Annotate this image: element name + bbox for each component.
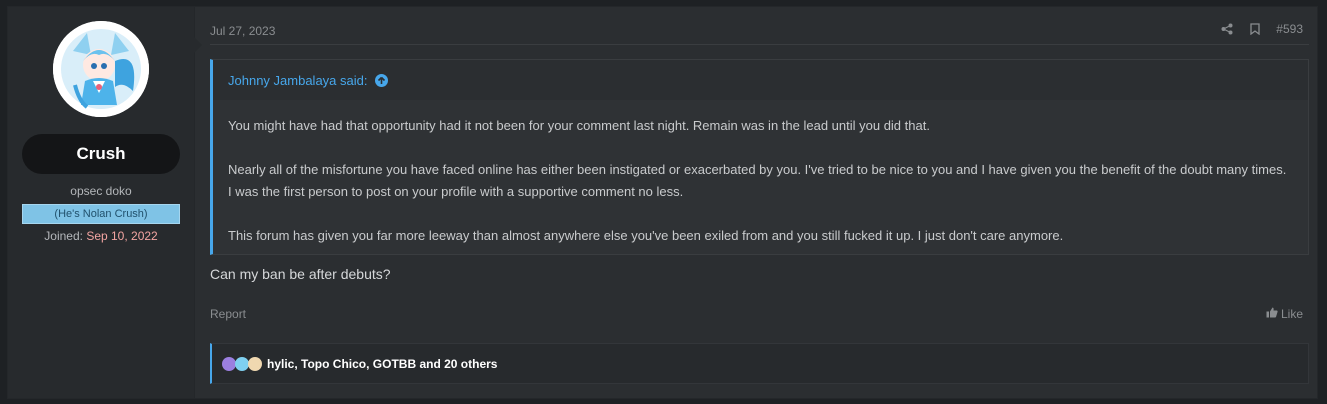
quote-paragraph: Nearly all of the misfortune you have fa…: [228, 162, 1287, 199]
reaction-avatar: [235, 356, 249, 371]
reply-text: Can my ban be after debuts?: [210, 266, 391, 282]
reaction-avatar: [222, 356, 236, 371]
message-post: Crush opsec doko (He's Nolan Crush) Join…: [7, 6, 1318, 399]
like-label: Like: [1280, 307, 1303, 321]
quote-paragraph: This forum has given you far more leeway…: [228, 228, 1064, 243]
post-number[interactable]: #593: [1276, 22, 1303, 36]
quote-header[interactable]: Johnny Jambalaya said:: [213, 60, 1308, 100]
user-info-panel: Crush opsec doko (He's Nolan Crush) Join…: [8, 7, 202, 398]
joined-label: Joined:: [44, 229, 83, 243]
header-divider: [210, 44, 1309, 45]
joined-info: Joined: Sep 10, 2022: [8, 229, 194, 243]
post-date[interactable]: Jul 27, 2023: [210, 24, 275, 38]
quote-author[interactable]: Johnny Jambalaya said:: [228, 73, 367, 88]
reaction-icons: [222, 356, 262, 371]
avatar-image: [53, 21, 149, 117]
message-content: Jul 27, 2023 #593 Johnny Jambalaya said:…: [210, 7, 1309, 398]
quote-paragraph: You might have had that opportunity had …: [228, 118, 930, 133]
thumbs-up-icon: [1266, 307, 1278, 321]
username[interactable]: Crush: [22, 134, 180, 174]
avatar[interactable]: [53, 21, 149, 117]
reactions-text[interactable]: hylic, Topo Chico, GOTBB and 20 others: [267, 357, 497, 371]
joined-date: Sep 10, 2022: [86, 229, 158, 243]
reaction-avatar: [248, 356, 262, 371]
like-button[interactable]: Like: [1266, 307, 1303, 321]
reactions-bar[interactable]: hylic, Topo Chico, GOTBB and 20 others: [210, 343, 1309, 384]
bookmark-icon[interactable]: [1248, 22, 1262, 36]
report-link[interactable]: Report: [210, 307, 246, 321]
user-panel-arrow: [194, 37, 202, 53]
post-actions: #593: [1220, 22, 1303, 36]
user-banner: (He's Nolan Crush): [22, 204, 180, 224]
quote-body: You might have had that opportunity had …: [213, 100, 1308, 247]
arrow-up-circle-icon[interactable]: [375, 73, 389, 87]
share-icon[interactable]: [1220, 22, 1234, 36]
quote-block: Johnny Jambalaya said: You might have ha…: [210, 59, 1309, 255]
user-title: opsec doko: [70, 184, 132, 198]
